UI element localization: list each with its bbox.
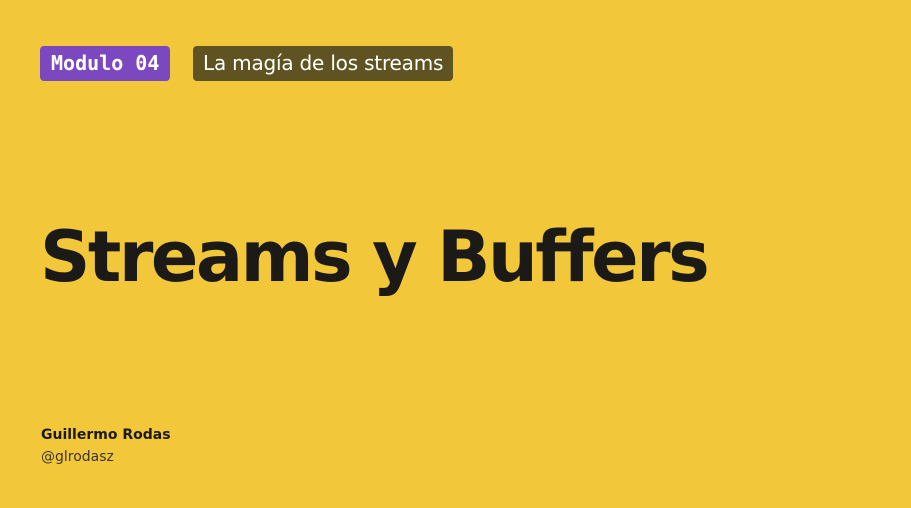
topic-badge: La magía de los streams	[193, 46, 454, 81]
module-badge: Modulo 04	[40, 46, 171, 81]
author-name: Guillermo Rodas	[41, 427, 171, 443]
author-handle: @glrodasz	[41, 449, 114, 465]
slide-title: Streams y Buffers	[40, 216, 710, 298]
slide: Modulo 04 La magía de los streams Stream…	[0, 0, 911, 508]
